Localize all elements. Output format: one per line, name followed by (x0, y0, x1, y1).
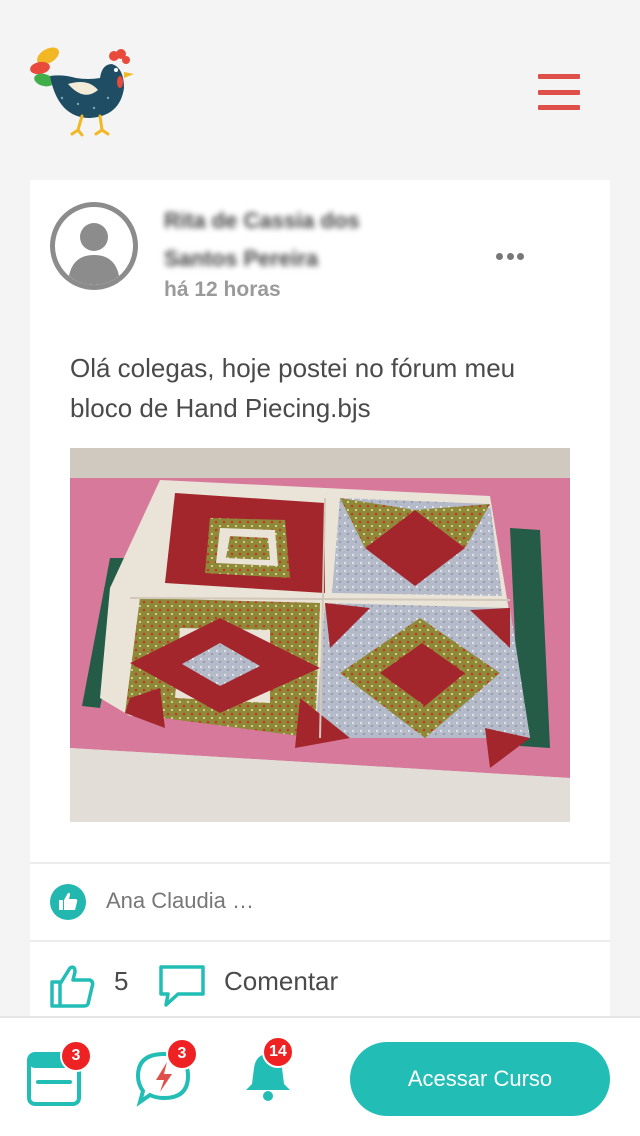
comment-button[interactable]: Comentar (224, 966, 338, 997)
post-image[interactable] (70, 448, 570, 822)
comment-icon[interactable] (158, 964, 206, 1008)
access-course-button[interactable]: Acessar Curso (350, 1042, 610, 1116)
courses-badge: 3 (60, 1040, 92, 1072)
app-header (0, 0, 640, 180)
more-dots-icon[interactable] (490, 246, 530, 266)
like-count: 5 (114, 966, 129, 996)
thumbs-up-icon (50, 884, 86, 920)
likers-names: Ana Claudia … (106, 888, 254, 913)
like-button[interactable] (48, 962, 98, 1010)
avatar[interactable] (50, 202, 138, 290)
hamburger-menu-icon[interactable] (536, 72, 582, 112)
notifications-badge: 14 (262, 1036, 294, 1068)
post-author[interactable]: Rita de Cassia dos Santos Pereira (164, 202, 424, 278)
post-card: Rita de Cassia dos Santos Pereira há 12 … (30, 180, 610, 1040)
post-timestamp: há 12 horas (164, 278, 281, 301)
bottom-navigation: 3 3 14 Acessar Curso (0, 1016, 640, 1136)
likers-row[interactable]: Ana Claudia … (30, 864, 610, 940)
chat-badge: 3 (166, 1038, 198, 1070)
rooster-logo-icon[interactable] (28, 38, 138, 138)
post-text: Olá colegas, hoje postei no fórum meu bl… (70, 353, 516, 423)
